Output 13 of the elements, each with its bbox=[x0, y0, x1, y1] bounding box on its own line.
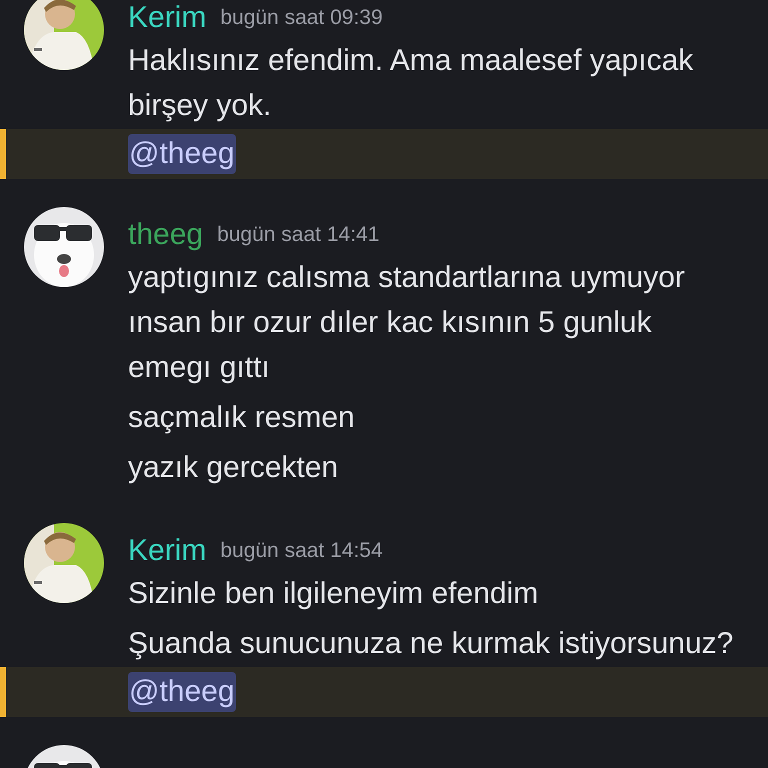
message-text: Sizinle ben ilgileneyim efendim bbox=[128, 576, 540, 612]
timestamp: bugün saat 14:41 bbox=[217, 223, 380, 247]
username[interactable]: Kerim bbox=[128, 1, 206, 35]
username[interactable]: Kerim bbox=[128, 534, 206, 568]
message-text: Şuanda sunucunuza ne kurmak istiyorsunuz? bbox=[128, 626, 734, 662]
message-text: yazık gercekten bbox=[128, 450, 340, 486]
user-mention[interactable]: @theeg bbox=[128, 134, 236, 174]
message-text: saçmalık resmen bbox=[128, 400, 356, 436]
timestamp: bugün saat 14:54 bbox=[220, 539, 383, 563]
username[interactable]: theeg bbox=[128, 218, 204, 252]
user-mention[interactable]: @theeg bbox=[128, 672, 236, 712]
message-text: Haklısınız efendim. Ama maalesef yapıcak birşey yok. bbox=[128, 43, 694, 124]
timestamp: bugün saat 09:39 bbox=[220, 6, 383, 30]
